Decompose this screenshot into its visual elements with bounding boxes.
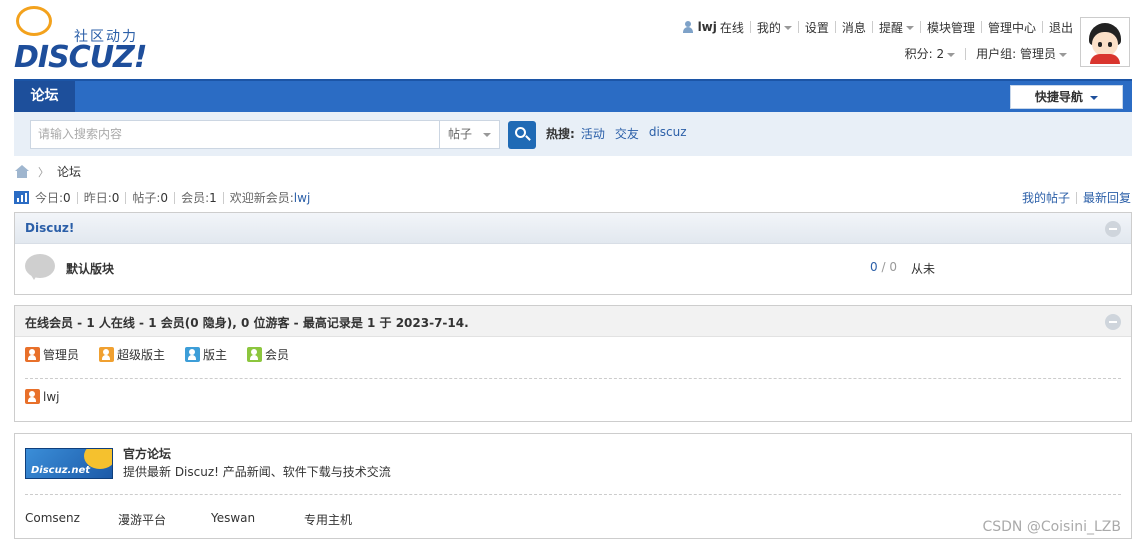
search-button[interactable] [508, 121, 536, 149]
today-count: 0 [63, 190, 71, 205]
user-sub-nav: 积分: 2 用户组: 管理员 [905, 45, 1067, 62]
logout-link[interactable]: 退出 [1049, 19, 1073, 36]
logo-wordmark: DISCUZ! [14, 40, 147, 75]
online-user[interactable]: lwj [25, 389, 59, 404]
official-forum-desc: 提供最新 Discuz! 产品新闻、软件下载与技术交流 [123, 465, 391, 479]
my-menu[interactable]: 我的 [757, 19, 792, 36]
breadcrumb-current[interactable]: 论坛 [57, 163, 81, 180]
home-icon[interactable] [14, 164, 30, 179]
online-user-link[interactable]: lwj [43, 390, 59, 404]
forum-last-post: 从未 [911, 262, 936, 276]
official-forum-title[interactable]: 官方论坛 [123, 445, 171, 462]
today-label: 今日: [35, 191, 64, 205]
posts-label: 帖子: [132, 191, 161, 205]
stats-chart-icon [14, 191, 29, 204]
friend-links-box: Discuz.net 官方论坛 提供最新 Discuz! 产品新闻、软件下载与技… [14, 433, 1132, 539]
legend-super-moderator: 超级版主 [99, 346, 165, 363]
avatar[interactable] [1080, 17, 1130, 67]
super-moderator-user-icon [99, 347, 115, 362]
chevron-down-icon [947, 52, 956, 57]
module-manage-link[interactable]: 模块管理 [927, 19, 975, 36]
friend-link[interactable]: Yeswan [211, 511, 304, 528]
friend-link[interactable]: Comsenz [25, 511, 118, 528]
forum-stats: 今日: 0 昨日: 0 帖子: 0 会员: 1 欢迎新会员: lwj [14, 189, 310, 206]
latest-replies-link[interactable]: 最新回复 [1083, 189, 1131, 206]
member-legend: 管理员 超级版主 版主 会员 [25, 346, 289, 363]
discuz-logo[interactable]: 社区动力 DISCUZ! [14, 6, 149, 75]
user-icon [682, 21, 694, 33]
friend-links: Comsenz 漫游平台 Yeswan 专用主机 [25, 511, 397, 528]
member-user-icon [247, 347, 263, 362]
hot-term[interactable]: discuz [649, 125, 687, 142]
chevron-down-icon [1090, 95, 1099, 100]
admin-user-icon [25, 389, 40, 404]
main-nav-bar: 论坛 快捷导航 [14, 79, 1132, 112]
discuz-net-logo[interactable]: Discuz.net [25, 448, 113, 479]
chevron-down-icon [483, 133, 491, 137]
my-posts-link[interactable]: 我的帖子 [1022, 189, 1070, 206]
yesterday-count: 0 [111, 190, 120, 205]
hot-term[interactable]: 交友 [615, 125, 639, 142]
friend-link[interactable]: 漫游平台 [118, 511, 211, 528]
search-bar: 请输入搜索内容 帖子 热搜: 活动 交友 discuz [14, 112, 1132, 156]
hot-searches: 热搜: 活动 交友 discuz [546, 125, 687, 142]
user-top-nav: lwj 在线 我的 设置 消息 提醒 模块管理 管理中心 退出 [682, 17, 1073, 37]
tab-forum[interactable]: 论坛 [14, 81, 75, 112]
friend-link[interactable]: 专用主机 [304, 511, 397, 528]
username-link[interactable]: lwj [698, 20, 717, 34]
online-title: 在线会员 - 1 人在线 - 1 会员(0 隐身), 0 位游客 - 最高记录是… [25, 316, 469, 330]
welcome-label: 欢迎新会员: [229, 191, 294, 205]
chevron-down-icon [1059, 52, 1067, 57]
stats-links: 我的帖子 最新回复 [1022, 189, 1131, 206]
search-type-value: 帖子 [448, 127, 473, 141]
quick-nav-button[interactable]: 快捷导航 [1010, 85, 1123, 109]
admin-user-icon [25, 347, 40, 362]
yesterday-label: 昨日: [83, 191, 112, 205]
forum-name[interactable]: 默认版块 [66, 260, 114, 277]
legend-admin: 管理员 [25, 346, 79, 363]
search-type-select[interactable]: 帖子 [439, 120, 500, 149]
watermark: CSDN @Coisini_LZB [982, 519, 1121, 535]
forum-counts: 0 / 0 [870, 260, 897, 274]
collapse-icon[interactable] [1105, 221, 1121, 237]
online-status: 在线 [719, 20, 744, 35]
chevron-down-icon [905, 26, 914, 30]
settings-link[interactable]: 设置 [805, 19, 829, 36]
welcome-user-link[interactable]: lwj [294, 191, 310, 205]
breadcrumb: 〉 论坛 [14, 163, 81, 180]
members-count: 1 [209, 190, 217, 205]
forum-row: 默认版块 0 / 0 从未 [15, 244, 1131, 292]
legend-member: 会员 [247, 346, 289, 363]
chevron-right-icon: 〉 [38, 165, 49, 179]
moderator-user-icon [185, 347, 201, 362]
divider [25, 378, 1121, 379]
members-label: 会员: [181, 191, 210, 205]
posts-count: 0 [160, 190, 169, 205]
online-box: 在线会员 - 1 人在线 - 1 会员(0 隐身), 0 位游客 - 最高记录是… [14, 305, 1132, 422]
admin-center-link[interactable]: 管理中心 [988, 19, 1036, 36]
collapse-icon[interactable] [1105, 314, 1121, 330]
divider [25, 494, 1121, 495]
category-box: Discuz! 默认版块 0 / 0 从未 [14, 212, 1132, 295]
logo-bubble-icon [16, 6, 52, 36]
hot-term[interactable]: 活动 [581, 125, 605, 142]
forum-bubble-icon [25, 254, 57, 282]
usergroup-menu[interactable]: 用户组: 管理员 [976, 45, 1067, 62]
legend-moderator: 版主 [185, 346, 227, 363]
chevron-down-icon [783, 26, 792, 30]
messages-link[interactable]: 消息 [842, 19, 866, 36]
search-input[interactable]: 请输入搜索内容 [30, 120, 440, 149]
notifications-menu[interactable]: 提醒 [879, 19, 914, 36]
hot-search-label: 热搜: [546, 127, 575, 141]
points-menu[interactable]: 积分: 2 [905, 45, 956, 62]
category-title[interactable]: Discuz! [25, 221, 74, 235]
